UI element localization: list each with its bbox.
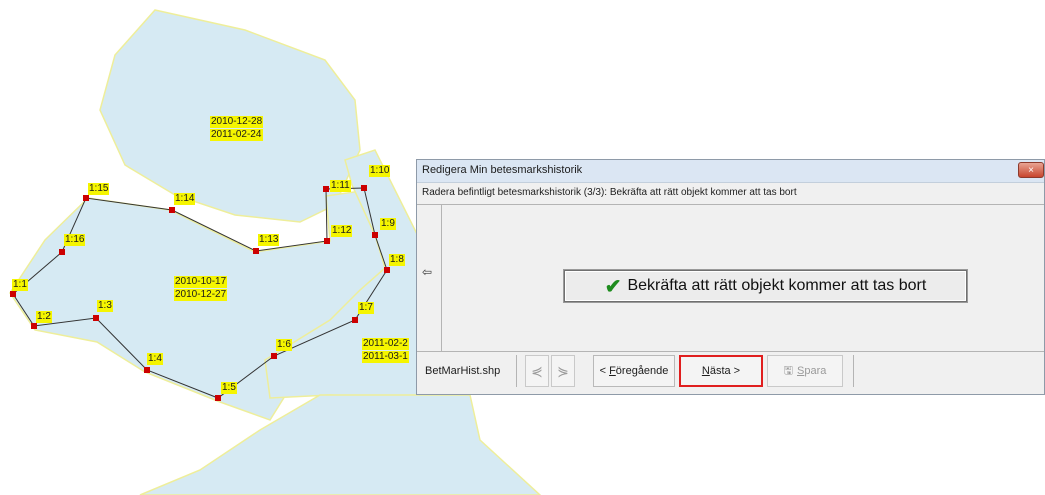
area-date: 2010-12-27 xyxy=(174,289,228,301)
save-button[interactable]: 🖫 Spara xyxy=(767,355,843,387)
confirm-delete-button[interactable]: ✔ Bekräfta att rätt objekt kommer att ta… xyxy=(564,270,967,302)
dialog-content: ⇦ ✔ Bekräfta att rätt objekt kommer att … xyxy=(417,204,1044,352)
vertex-label: 1:10 xyxy=(369,165,391,177)
next-arrow-button[interactable]: ⋟ xyxy=(551,355,575,387)
dialog-footer: BetMarHist.shp ⋞ ⋟ < Föregående Nästa > … xyxy=(417,351,1044,395)
vertex-label: 1:2 xyxy=(36,311,52,323)
side-panel: ⇦ xyxy=(417,205,442,351)
next-label-rest: ästa > xyxy=(709,365,741,377)
previous-label-rest: öregående xyxy=(615,365,669,377)
dialog-titlebar[interactable]: Redigera Min betesmarkshistorik × xyxy=(417,160,1044,183)
vertex-1-8 xyxy=(384,267,390,273)
south-polygon xyxy=(139,394,542,495)
double-left-arrow-icon: ⋞ xyxy=(531,362,543,379)
confirm-delete-label: Bekräfta att rätt objekt kommer att tas … xyxy=(627,277,927,294)
area-date: 2011-03-1 xyxy=(362,351,409,363)
footer-divider xyxy=(853,355,854,387)
vertex-1-16 xyxy=(59,249,65,255)
vertex-label: 1:14 xyxy=(174,193,196,205)
previous-label-prefix: < xyxy=(599,365,610,377)
arrow-left-icon[interactable]: ⇦ xyxy=(422,265,432,279)
vertex-1-12 xyxy=(324,238,330,244)
vertex-label: 1:6 xyxy=(276,339,292,351)
close-icon: × xyxy=(1028,165,1034,176)
area-date: 2010-12-28 xyxy=(210,116,264,128)
vertex-1-2 xyxy=(31,323,37,329)
area-date: 2010-10-17 xyxy=(174,276,228,288)
vertex-label: 1:4 xyxy=(147,353,163,365)
vertex-label: 1:11 xyxy=(330,180,351,192)
area-label-west: 2010-10-17 2010-12-27 xyxy=(174,276,228,302)
edit-history-dialog: Redigera Min betesmarkshistorik × Radera… xyxy=(416,159,1045,395)
previous-label-accel: F xyxy=(609,365,616,377)
vertex-1-4 xyxy=(144,367,150,373)
vertex-1-1 xyxy=(10,291,16,297)
vertex-1-9 xyxy=(372,232,378,238)
vertex-1-14 xyxy=(169,207,175,213)
vertex-1-5 xyxy=(215,395,221,401)
vertex-label: 1:15 xyxy=(88,183,110,195)
vertex-label: 1:7 xyxy=(358,302,374,314)
close-button[interactable]: × xyxy=(1018,162,1044,178)
next-button[interactable]: Nästa > xyxy=(679,355,763,387)
file-name-text: BetMarHist.shp xyxy=(425,365,501,377)
vertex-1-7 xyxy=(352,317,358,323)
save-label-rest: para xyxy=(804,365,827,377)
area-date: 2011-02-2 xyxy=(362,338,409,350)
vertex-label: 1:8 xyxy=(389,254,405,266)
checkmark-icon: ✔ xyxy=(604,275,622,298)
vertex-label: 1:12 xyxy=(331,225,353,237)
area-label-north: 2010-12-28 2011-02-24 xyxy=(210,116,264,142)
double-right-arrow-icon: ⋟ xyxy=(557,362,569,379)
vertex-1-15 xyxy=(83,195,89,201)
dialog-title: Redigera Min betesmarkshistorik xyxy=(422,164,583,176)
vertex-1-3 xyxy=(93,315,99,321)
vertex-1-10 xyxy=(361,185,367,191)
area-label-east: 2011-02-2 2011-03-1 xyxy=(362,338,409,364)
step-description: Radera befintligt betesmarkshistorik (3/… xyxy=(422,187,797,198)
previous-button[interactable]: < Föregående xyxy=(593,355,675,387)
floppy-disk-icon: 🖫 xyxy=(783,364,793,377)
vertex-label: 1:5 xyxy=(221,382,237,394)
next-label-accel: N xyxy=(701,365,710,377)
vertex-label: 1:1 xyxy=(12,279,28,291)
vertex-1-11 xyxy=(323,186,329,192)
vertex-label: 1:13 xyxy=(258,234,280,246)
layer-file-name: BetMarHist.shp xyxy=(425,355,517,387)
vertex-label: 1:16 xyxy=(64,234,86,246)
vertex-label: 1:3 xyxy=(97,300,113,312)
previous-arrow-button[interactable]: ⋞ xyxy=(525,355,549,387)
vertex-1-6 xyxy=(271,353,277,359)
vertex-1-13 xyxy=(253,248,259,254)
area-date: 2011-02-24 xyxy=(210,129,264,141)
vertex-label: 1:9 xyxy=(380,218,396,230)
